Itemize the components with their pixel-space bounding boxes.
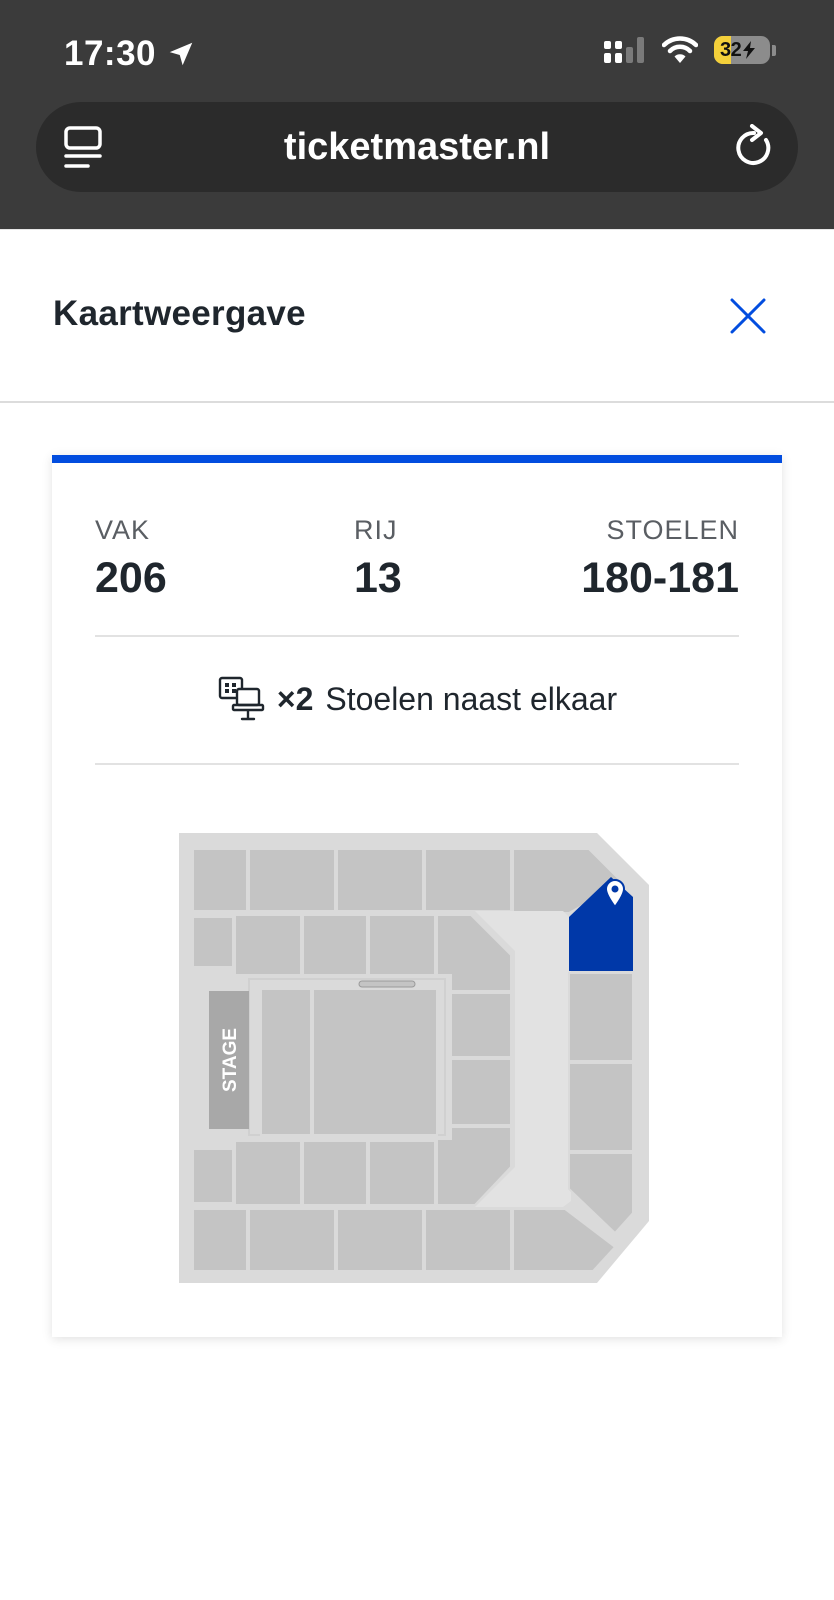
browser-chrome: 17:30 32 ticketmaster.nl xyxy=(0,0,834,229)
map-section xyxy=(192,1208,248,1272)
row-info: RIJ 13 xyxy=(354,515,402,603)
row-value: 13 xyxy=(354,554,402,602)
floor-section xyxy=(312,988,438,1136)
row-label: RIJ xyxy=(354,515,398,545)
card-divider-top xyxy=(95,635,739,637)
map-section xyxy=(568,972,634,1062)
map-section xyxy=(234,1140,302,1206)
card-divider-bottom xyxy=(95,763,739,765)
map-section xyxy=(192,1148,234,1204)
battery-level: 32 xyxy=(720,38,742,61)
map-section xyxy=(302,914,368,976)
seats-value: 180-181 xyxy=(581,554,739,602)
wifi-icon xyxy=(662,36,698,63)
map-section xyxy=(450,992,512,1058)
seats-together-icon xyxy=(218,676,265,721)
map-section xyxy=(302,1140,368,1206)
map-section xyxy=(248,1208,336,1272)
map-section xyxy=(248,848,336,912)
stage-label: STAGE xyxy=(220,1028,241,1092)
charging-bolt-icon xyxy=(743,41,756,59)
cellular-signal-icon xyxy=(604,37,644,63)
map-section xyxy=(336,848,424,912)
map-section xyxy=(234,914,302,976)
battery-indicator: 32 xyxy=(714,36,770,64)
map-section xyxy=(368,1140,436,1206)
mixing-desk xyxy=(358,980,416,988)
reload-icon[interactable] xyxy=(732,124,776,170)
section-value: 206 xyxy=(95,554,167,602)
seat-count: ×2 xyxy=(276,680,314,717)
ticket-card: VAK 206 RIJ 13 STOELEN 180-181 ×2 Stoele… xyxy=(52,455,782,1337)
status-time-text: 17:30 xyxy=(64,34,157,73)
map-section xyxy=(568,1062,634,1152)
map-section xyxy=(336,1208,424,1272)
seats-together-row: ×2 Stoelen naast elkaar xyxy=(52,675,782,723)
sheet-title: Kaartweergave xyxy=(53,294,306,333)
section-label: VAK xyxy=(95,515,151,545)
status-indicators: 32 xyxy=(604,36,776,64)
status-time: 17:30 xyxy=(64,34,196,74)
sheet-edge xyxy=(0,229,834,230)
map-section xyxy=(450,1058,512,1126)
location-arrow-icon xyxy=(169,42,193,66)
map-section xyxy=(192,848,248,912)
url-text[interactable]: ticketmaster.nl xyxy=(36,102,798,192)
map-section xyxy=(424,848,512,912)
seat-note: Stoelen naast elkaar xyxy=(325,680,618,717)
header-divider xyxy=(0,401,834,403)
map-section xyxy=(424,1208,512,1272)
floor-section xyxy=(260,988,312,1136)
url-bar[interactable]: ticketmaster.nl xyxy=(36,102,798,192)
map-section xyxy=(192,916,234,968)
section-info: VAK 206 xyxy=(95,515,167,603)
close-icon[interactable] xyxy=(728,296,768,336)
seats-label: STOELEN xyxy=(606,515,739,545)
venue-map[interactable]: STAGE xyxy=(179,833,655,1289)
seats-info: STOELEN 180-181 xyxy=(581,515,739,603)
map-section xyxy=(368,914,436,976)
